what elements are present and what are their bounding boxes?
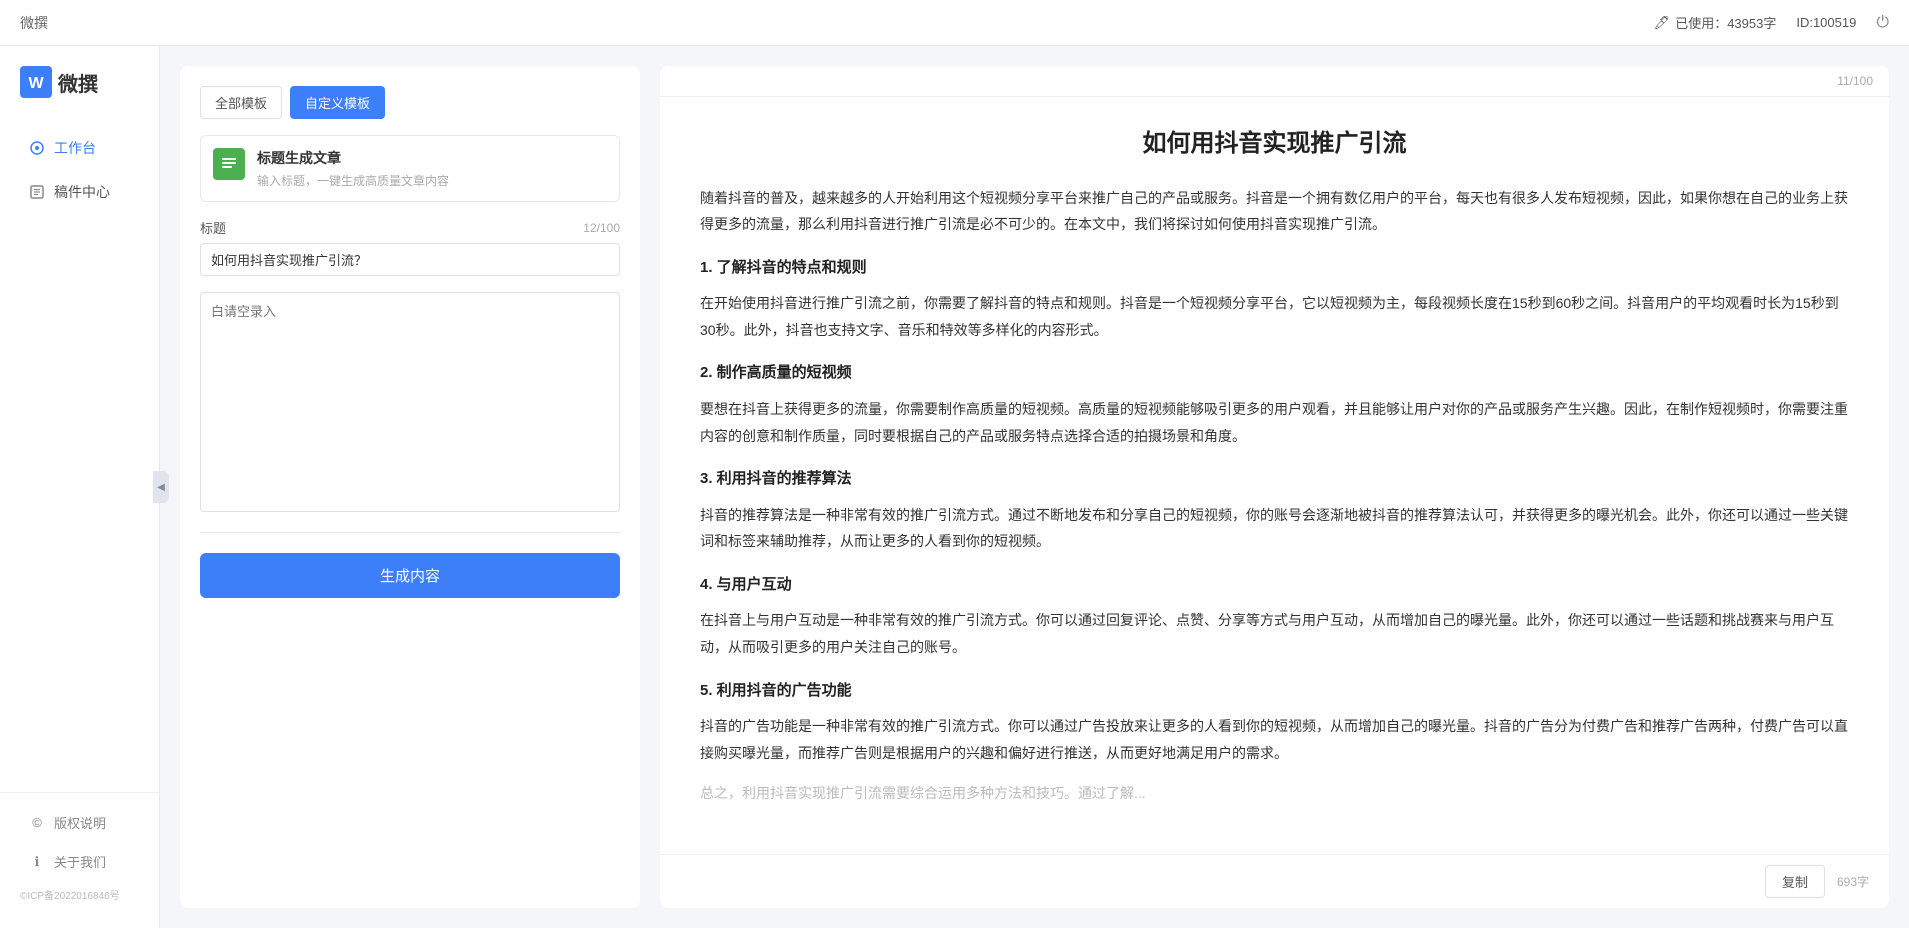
result-header: 11/100 <box>660 66 1889 97</box>
result-intro: 随着抖音的普及，越来越多的人开始利用这个短视频分享平台来推广自己的产品或服务。抖… <box>700 185 1849 238</box>
template-card[interactable]: 标题生成文章 输入标题，一键生成高质量文章内容 <box>200 135 620 202</box>
topbar-right: 🖊 已使用：43953字 ID:100519 ⏻ <box>1654 13 1889 32</box>
workbench-icon <box>28 139 46 157</box>
sidebar: W 微撰 工作台 <box>0 46 160 928</box>
svg-text:W: W <box>28 75 44 92</box>
result-para-1: 在开始使用抖音进行推广引流之前，你需要了解抖音的特点和规则。抖音是一个短视频分享… <box>700 290 1849 343</box>
form-panel: 全部模板 自定义模板 标题生成文章 输入标题，一键生成高质量文章内容 <box>180 66 640 908</box>
user-id: ID:100519 <box>1796 15 1856 30</box>
sidebar-item-label-about: 关于我们 <box>54 852 106 871</box>
drafts-icon <box>28 183 46 201</box>
result-para-3: 抖音的推荐算法是一种非常有效的推广引流方式。通过不断地发布和分享自己的短视频，你… <box>700 502 1849 555</box>
result-heading-2: 2. 制作高质量的短视频 <box>700 359 1849 388</box>
topbar-title: 微撰 <box>20 13 48 33</box>
result-content[interactable]: 如何用抖音实现推广引流 随着抖音的普及，越来越多的人开始利用这个短视频分享平台来… <box>660 97 1889 854</box>
result-title: 如何用抖音实现推广引流 <box>700 127 1849 161</box>
logo-text: 微撰 <box>58 68 98 97</box>
sidebar-nav: 工作台 稿件中心 <box>0 128 159 792</box>
template-card-info: 标题生成文章 输入标题，一键生成高质量文章内容 <box>257 148 449 189</box>
sidebar-bottom: © 版权说明 ℹ 关于我们 ©ICP备2022016846号 <box>0 792 159 918</box>
result-para-5: 抖音的广告功能是一种非常有效的推广引流方式。你可以通过广告投放来让更多的人看到你… <box>700 713 1849 766</box>
sidebar-item-copyright[interactable]: © 版权说明 <box>8 803 151 842</box>
icp-text: ©ICP备2022016846号 <box>0 881 159 908</box>
copyright-icon: © <box>28 814 46 832</box>
sidebar-item-label-drafts: 稿件中心 <box>54 182 110 202</box>
sidebar-item-drafts[interactable]: 稿件中心 <box>8 172 151 212</box>
sidebar-item-label-workbench: 工作台 <box>54 138 96 158</box>
result-para-2: 要想在抖音上获得更多的流量，你需要制作高质量的短视频。高质量的短视频能够吸引更多… <box>700 396 1849 449</box>
word-icon: 🖊 <box>1654 15 1671 31</box>
tab-custom-templates[interactable]: 自定义模板 <box>290 86 385 119</box>
result-panel: 11/100 如何用抖音实现推广引流 随着抖音的普及，越来越多的人开始利用这个短… <box>660 66 1889 908</box>
title-label: 标题 <box>200 218 226 237</box>
result-heading-3: 3. 利用抖音的推荐算法 <box>700 465 1849 494</box>
result-heading-4: 4. 与用户互动 <box>700 571 1849 600</box>
sidebar-item-workbench[interactable]: 工作台 <box>8 128 151 168</box>
sidebar-item-label-copyright: 版权说明 <box>54 813 106 832</box>
tab-all-templates[interactable]: 全部模板 <box>200 86 282 119</box>
result-para-4: 在抖音上与用户互动是一种非常有效的推广引流方式。你可以通过回复评论、点赞、分享等… <box>700 607 1849 660</box>
template-card-icon <box>213 148 245 180</box>
content-area: 全部模板 自定义模板 标题生成文章 输入标题，一键生成高质量文章内容 <box>160 46 1909 928</box>
form-divider <box>200 532 620 533</box>
page-count: 11/100 <box>1837 74 1873 88</box>
template-card-desc: 输入标题，一键生成高质量文章内容 <box>257 172 449 189</box>
sidebar-collapse-arrow[interactable]: ◀ <box>153 471 169 503</box>
result-heading-5: 5. 利用抖音的广告功能 <box>700 677 1849 706</box>
template-card-title: 标题生成文章 <box>257 148 449 168</box>
title-field: 标题 12/100 <box>200 218 620 276</box>
usage-indicator: 🖊 已使用：43953字 <box>1654 13 1777 32</box>
copy-button[interactable]: 复制 <box>1765 865 1825 898</box>
result-heading-1: 1. 了解抖音的特点和规则 <box>700 254 1849 283</box>
result-footer: 复制 693字 <box>660 854 1889 908</box>
title-counter: 12/100 <box>583 221 620 235</box>
logo: W 微撰 <box>0 66 159 128</box>
usage-text: 已使用：43953字 <box>1675 13 1776 32</box>
logo-icon: W <box>20 66 52 98</box>
content-textarea[interactable] <box>200 292 620 512</box>
template-tabs: 全部模板 自定义模板 <box>200 86 620 119</box>
sidebar-item-about[interactable]: ℹ 关于我们 <box>8 842 151 881</box>
result-body: 随着抖音的普及，越来越多的人开始利用这个短视频分享平台来推广自己的产品或服务。抖… <box>700 185 1849 807</box>
power-icon[interactable]: ⏻ <box>1876 14 1889 32</box>
content-field <box>200 292 620 512</box>
generate-button[interactable]: 生成内容 <box>200 553 620 598</box>
topbar: 微撰 🖊 已使用：43953字 ID:100519 ⏻ <box>0 0 1909 46</box>
main-layout: W 微撰 工作台 <box>0 46 1909 928</box>
info-icon: ℹ <box>28 853 46 871</box>
title-input[interactable] <box>200 243 620 276</box>
word-count: 693字 <box>1837 873 1869 890</box>
result-para-6: 总之，利用抖音实现推广引流需要综合运用多种方法和技巧。通过了解... <box>700 780 1849 807</box>
